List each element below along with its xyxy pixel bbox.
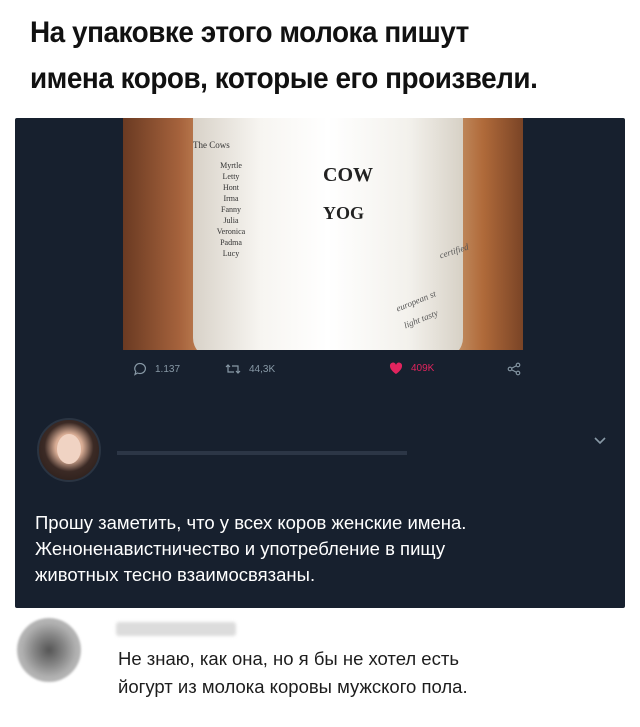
like-count: 409K [411,363,435,374]
retweet-count: 44,3K [249,363,276,375]
headline-line-2: имена коров, которые его произвели. [30,62,538,95]
heart-icon [389,362,403,374]
cow-name: Myrtle [220,161,242,170]
tweet-text-line: Женоненавистничество и употребление в пи… [35,538,446,559]
cow-name: Lucy [222,249,240,258]
retweet-button[interactable]: 44,3K [225,362,275,376]
brand-name-line-2: YOG [323,203,365,223]
tweet-card: The Cows Myrtle Letty Hont Irma Fanny Ju… [15,118,625,608]
reply-avatar[interactable] [17,618,81,682]
cow-name: Padma [220,238,242,247]
headline-line-1: На упаковке этого молока пишут [30,16,469,49]
reply-button[interactable]: 1.137 [133,362,180,376]
cow-name: Irma [223,194,239,203]
brand-name-line-1: COW [323,164,373,186]
reply-username-redacted [116,622,236,636]
cow-name: Letty [222,172,240,181]
reply-icon [134,362,146,376]
reply-text-line: йогурт из молока коровы мужского пола. [118,676,468,697]
share-icon [507,362,521,376]
like-button[interactable]: 409K [389,362,434,375]
cows-column-title: The Cows [193,140,230,150]
reply-comment-text: Не знаю, как она, но я бы не хотел есть … [118,645,628,701]
retweet-icon [225,364,241,374]
reply-count: 1.137 [155,363,181,375]
cow-name: Julia [223,216,239,225]
share-button[interactable] [507,362,521,376]
tweet-actions: 1.137 44,3K 409K [133,362,553,384]
tweet-text-line: Прошу заметить, что у всех коров женские… [35,512,467,533]
cow-name: Veronica [216,227,246,236]
cow-name: Hont [223,183,239,192]
username-redacted [117,451,407,455]
avatar-face [57,434,81,464]
reply-text-line: Не знаю, как она, но я бы не хотел есть [118,648,459,669]
tweet-text-line: животных тесно взаимосвязаны. [35,564,316,585]
tweet-text: Прошу заметить, что у всех коров женские… [35,510,620,588]
cow-names-list: Myrtle Letty Hont Irma Fanny Julia Veron… [201,160,261,259]
tweet-photo[interactable]: The Cows Myrtle Letty Hont Irma Fanny Ju… [123,118,523,350]
chevron-down-icon[interactable] [593,436,607,446]
meme-headline: На упаковке этого молока пишут имена кор… [30,10,579,102]
avatar[interactable] [37,418,101,482]
cow-name: Fanny [221,205,241,214]
